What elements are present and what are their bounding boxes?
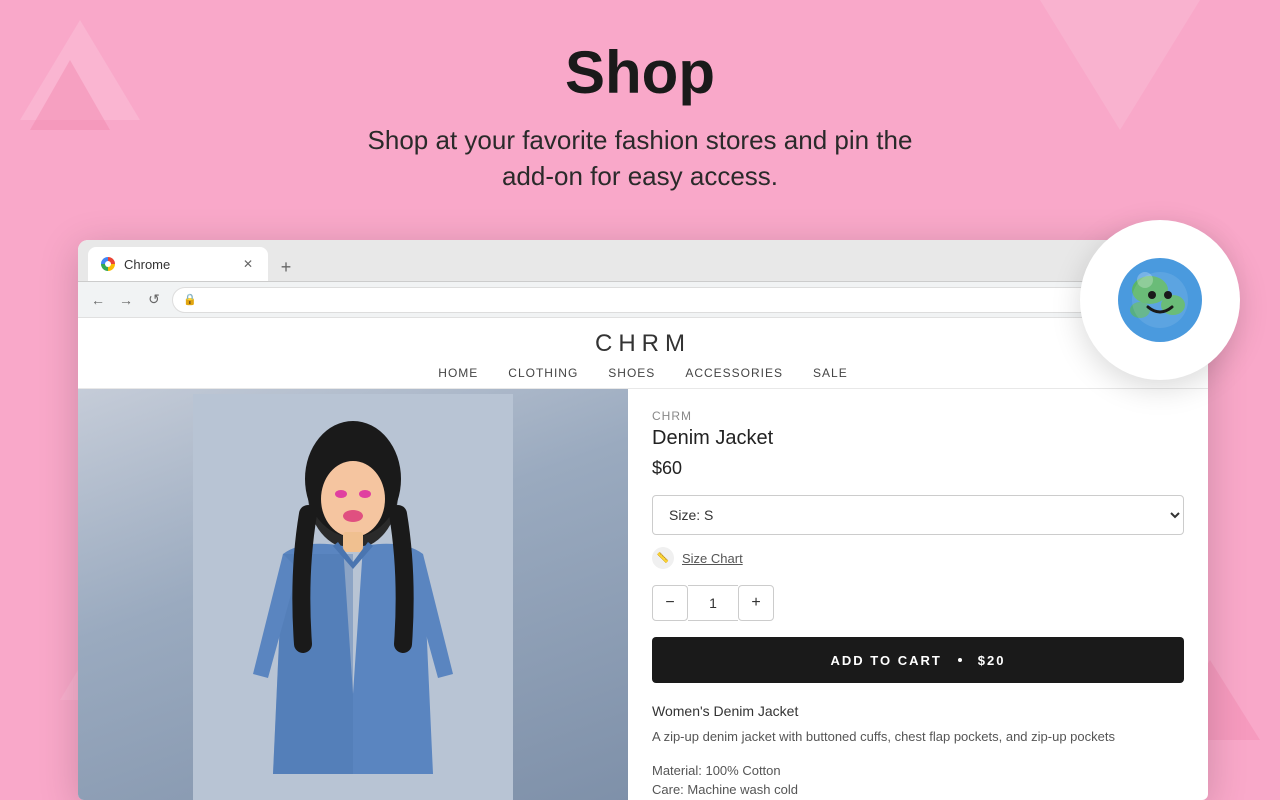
hero-subtitle-line2: add-on for easy access.: [502, 161, 778, 191]
add-to-cart-button[interactable]: ADD TO CART $20: [652, 637, 1184, 683]
tab-favicon: [100, 256, 116, 272]
bg-triangle-3: [1040, 0, 1200, 130]
extension-bubble[interactable]: [1080, 220, 1240, 380]
reload-button[interactable]: ↺: [144, 290, 164, 310]
website-content: CHRM HOME CLOTHING SHOES ACCESSORIES SAL…: [78, 318, 1208, 800]
cart-price-label: $20: [978, 653, 1006, 668]
forward-icon: →: [119, 292, 133, 308]
size-chart-icon: 📏: [652, 547, 674, 569]
extension-globe-icon: [1115, 255, 1205, 345]
product-name: Denim Jacket: [652, 427, 1184, 450]
add-to-cart-label: ADD TO CART: [830, 653, 941, 668]
browser-tab[interactable]: Chrome ✕: [88, 247, 268, 281]
brand-name: CHRM: [652, 409, 1184, 423]
tab-close-button[interactable]: ✕: [240, 256, 256, 272]
quantity-input[interactable]: [688, 585, 738, 621]
forward-button[interactable]: →: [116, 290, 136, 310]
browser-chrome: Chrome ✕ + ⋮: [78, 240, 1208, 282]
nav-item-clothing[interactable]: CLOTHING: [508, 366, 578, 380]
product-image-inner: [78, 389, 628, 800]
quantity-row: − +: [652, 585, 1184, 621]
new-tab-button[interactable]: +: [272, 253, 300, 281]
lock-icon: 🔒: [183, 293, 197, 306]
back-icon: ←: [91, 292, 105, 308]
size-chart-link[interactable]: Size Chart: [682, 551, 743, 566]
product-price: $60: [652, 458, 1184, 479]
address-bar-row: ← → ↺ 🔒 ⋮: [78, 282, 1208, 318]
quantity-decrease-button[interactable]: −: [652, 585, 688, 621]
hero-subtitle-line1: Shop at your favorite fashion stores and…: [368, 125, 913, 155]
product-details: CHRM Denim Jacket $60 Size: S Size: M Si…: [628, 389, 1208, 800]
quantity-increase-button[interactable]: +: [738, 585, 774, 621]
nav-item-home[interactable]: HOME: [438, 366, 478, 380]
tab-label: Chrome: [124, 257, 170, 272]
site-nav: HOME CLOTHING SHOES ACCESSORIES SALE: [98, 366, 1188, 380]
product-image: [78, 389, 628, 800]
product-model-svg: [193, 394, 513, 800]
nav-item-shoes[interactable]: SHOES: [608, 366, 655, 380]
size-chart-row: 📏 Size Chart: [652, 547, 1184, 569]
hero-subtitle: Shop at your favorite fashion stores and…: [290, 122, 990, 195]
size-selector[interactable]: Size: S Size: M Size: L Size: XL: [652, 495, 1184, 535]
chrome-favicon-icon: [101, 257, 115, 271]
product-area: CHRM Denim Jacket $60 Size: S Size: M Si…: [78, 389, 1208, 800]
product-desc-title: Women's Denim Jacket: [652, 703, 1184, 719]
btn-dot: [958, 658, 962, 662]
nav-item-sale[interactable]: SALE: [813, 366, 848, 380]
product-desc-text: A zip-up denim jacket with buttoned cuff…: [652, 727, 1184, 747]
browser-window: Chrome ✕ + ⋮ ← → ↺ 🔒 ⋮ CHRM HOME: [78, 240, 1208, 800]
reload-icon: ↺: [148, 291, 160, 308]
product-care: Care: Machine wash cold: [652, 782, 1184, 797]
product-material: Material: 100% Cotton: [652, 763, 1184, 778]
bg-triangle-2: [30, 60, 110, 130]
address-bar[interactable]: 🔒: [172, 287, 1164, 313]
site-logo: CHRM: [98, 330, 1188, 358]
tab-bar: Chrome ✕ +: [88, 240, 300, 281]
site-header: CHRM HOME CLOTHING SHOES ACCESSORIES SAL…: [78, 318, 1208, 389]
back-button[interactable]: ←: [88, 290, 108, 310]
nav-item-accessories[interactable]: ACCESSORIES: [685, 366, 783, 380]
